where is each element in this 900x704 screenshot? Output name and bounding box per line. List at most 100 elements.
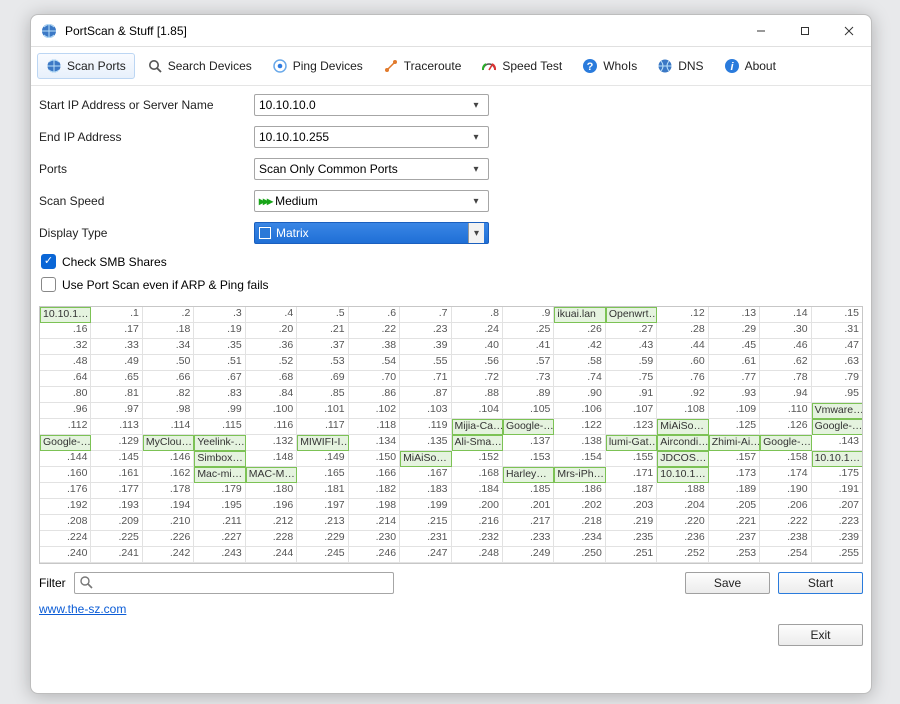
matrix-cell[interactable]: .43 <box>606 339 657 355</box>
matrix-cell[interactable]: .13 <box>709 307 760 323</box>
matrix-cell[interactable]: .137 <box>503 435 554 451</box>
maximize-button[interactable] <box>783 15 827 47</box>
matrix-cell[interactable]: .192 <box>40 499 91 515</box>
matrix-cell[interactable]: .201 <box>503 499 554 515</box>
matrix-cell[interactable]: .116 <box>246 419 297 435</box>
matrix-cell[interactable]: .101 <box>297 403 348 419</box>
matrix-cell[interactable]: .211 <box>194 515 245 531</box>
chevron-down-icon[interactable]: ▾ <box>468 132 484 143</box>
matrix-cell[interactable]: .208 <box>40 515 91 531</box>
matrix-cell[interactable]: .222 <box>760 515 811 531</box>
matrix-cell[interactable]: .171 <box>606 467 657 483</box>
display-type-select[interactable]: Matrix ▾ <box>254 222 489 244</box>
matrix-cell[interactable]: .113 <box>91 419 142 435</box>
matrix-cell[interactable]: .103 <box>400 403 451 419</box>
matrix-cell[interactable]: .114 <box>143 419 194 435</box>
matrix-cell[interactable]: .229 <box>297 531 348 547</box>
matrix-cell[interactable]: .48 <box>40 355 91 371</box>
matrix-cell[interactable]: MIWIFI-I… <box>297 435 348 451</box>
matrix-cell[interactable]: .12 <box>657 307 708 323</box>
matrix-cell[interactable]: .126 <box>760 419 811 435</box>
chevron-down-icon[interactable]: ▾ <box>468 196 484 207</box>
matrix-cell[interactable]: .200 <box>452 499 503 515</box>
minimize-button[interactable] <box>739 15 783 47</box>
matrix-cell[interactable]: .58 <box>554 355 605 371</box>
matrix-cell[interactable]: .95 <box>812 387 862 403</box>
matrix-cell[interactable]: .193 <box>91 499 142 515</box>
matrix-cell[interactable]: .8 <box>452 307 503 323</box>
matrix-cell[interactable]: .252 <box>657 547 708 563</box>
matrix-cell[interactable]: .73 <box>503 371 554 387</box>
matrix-cell[interactable]: .234 <box>554 531 605 547</box>
matrix-cell[interactable]: .76 <box>657 371 708 387</box>
matrix-cell[interactable]: .154 <box>554 451 605 467</box>
filter-input[interactable] <box>74 572 394 594</box>
matrix-cell[interactable]: .5 <box>297 307 348 323</box>
matrix-cell[interactable]: .239 <box>812 531 862 547</box>
matrix-cell[interactable]: .97 <box>91 403 142 419</box>
matrix-cell[interactable]: .56 <box>452 355 503 371</box>
matrix-cell[interactable]: .181 <box>297 483 348 499</box>
matrix-cell[interactable]: Mijia-Ca… <box>452 419 503 435</box>
matrix-cell[interactable]: .33 <box>91 339 142 355</box>
matrix-cell[interactable]: .240 <box>40 547 91 563</box>
matrix-cell[interactable]: .27 <box>606 323 657 339</box>
matrix-cell[interactable]: .92 <box>657 387 708 403</box>
matrix-cell[interactable]: .34 <box>143 339 194 355</box>
matrix-cell[interactable]: .99 <box>194 403 245 419</box>
matrix-cell[interactable]: .106 <box>554 403 605 419</box>
chevron-down-icon[interactable]: ▾ <box>468 164 484 175</box>
matrix-cell[interactable]: .129 <box>91 435 142 451</box>
matrix-cell[interactable]: Google-… <box>812 419 862 435</box>
matrix-cell[interactable]: .162 <box>143 467 194 483</box>
matrix-cell[interactable]: Simbox… <box>194 451 245 467</box>
matrix-cell[interactable]: .189 <box>709 483 760 499</box>
matrix-cell[interactable]: .102 <box>349 403 400 419</box>
matrix-cell[interactable]: .168 <box>452 467 503 483</box>
matrix-cell[interactable]: .247 <box>400 547 451 563</box>
matrix-cell[interactable]: .64 <box>40 371 91 387</box>
matrix-cell[interactable]: .212 <box>246 515 297 531</box>
matrix-cell[interactable]: .26 <box>554 323 605 339</box>
matrix-cell[interactable]: .44 <box>657 339 708 355</box>
matrix-cell[interactable]: .90 <box>554 387 605 403</box>
matrix-cell[interactable]: .245 <box>297 547 348 563</box>
start-ip-input[interactable]: 10.10.10.0 ▾ <box>254 94 489 116</box>
matrix-cell[interactable]: .24 <box>452 323 503 339</box>
matrix-cell[interactable]: .85 <box>297 387 348 403</box>
matrix-cell[interactable]: .40 <box>452 339 503 355</box>
matrix-cell[interactable]: .190 <box>760 483 811 499</box>
matrix-cell[interactable]: .134 <box>349 435 400 451</box>
chevron-down-icon[interactable]: ▾ <box>468 223 484 243</box>
matrix-cell[interactable]: .41 <box>503 339 554 355</box>
matrix-cell[interactable]: .184 <box>452 483 503 499</box>
matrix-cell[interactable]: .238 <box>760 531 811 547</box>
matrix-cell[interactable]: .209 <box>91 515 142 531</box>
matrix-cell[interactable]: .89 <box>503 387 554 403</box>
matrix-cell[interactable]: 10.10.1… <box>40 307 91 323</box>
matrix-cell[interactable]: MiAiSo… <box>657 419 708 435</box>
matrix-cell[interactable]: .100 <box>246 403 297 419</box>
matrix-cell[interactable]: .51 <box>194 355 245 371</box>
matrix-cell[interactable]: .14 <box>760 307 811 323</box>
matrix-cell[interactable]: .220 <box>657 515 708 531</box>
ports-select[interactable]: Scan Only Common Ports ▾ <box>254 158 489 180</box>
matrix-cell[interactable]: .86 <box>349 387 400 403</box>
matrix-cell[interactable]: lumi-Gat… <box>606 435 657 451</box>
matrix-cell[interactable]: .246 <box>349 547 400 563</box>
matrix-cell[interactable]: .174 <box>760 467 811 483</box>
matrix-cell[interactable]: .233 <box>503 531 554 547</box>
matrix-cell[interactable]: .178 <box>143 483 194 499</box>
exit-button[interactable]: Exit <box>778 624 863 646</box>
matrix-cell[interactable]: .54 <box>349 355 400 371</box>
matrix-cell[interactable]: .17 <box>91 323 142 339</box>
matrix-cell[interactable]: .146 <box>143 451 194 467</box>
matrix-cell[interactable]: .244 <box>246 547 297 563</box>
matrix-cell[interactable]: .175 <box>812 467 862 483</box>
matrix-cell[interactable]: .242 <box>143 547 194 563</box>
matrix-cell[interactable]: .93 <box>709 387 760 403</box>
matrix-cell[interactable]: Google-… <box>503 419 554 435</box>
matrix-cell[interactable]: .28 <box>657 323 708 339</box>
matrix-cell[interactable]: .69 <box>297 371 348 387</box>
matrix-cell[interactable]: .122 <box>554 419 605 435</box>
